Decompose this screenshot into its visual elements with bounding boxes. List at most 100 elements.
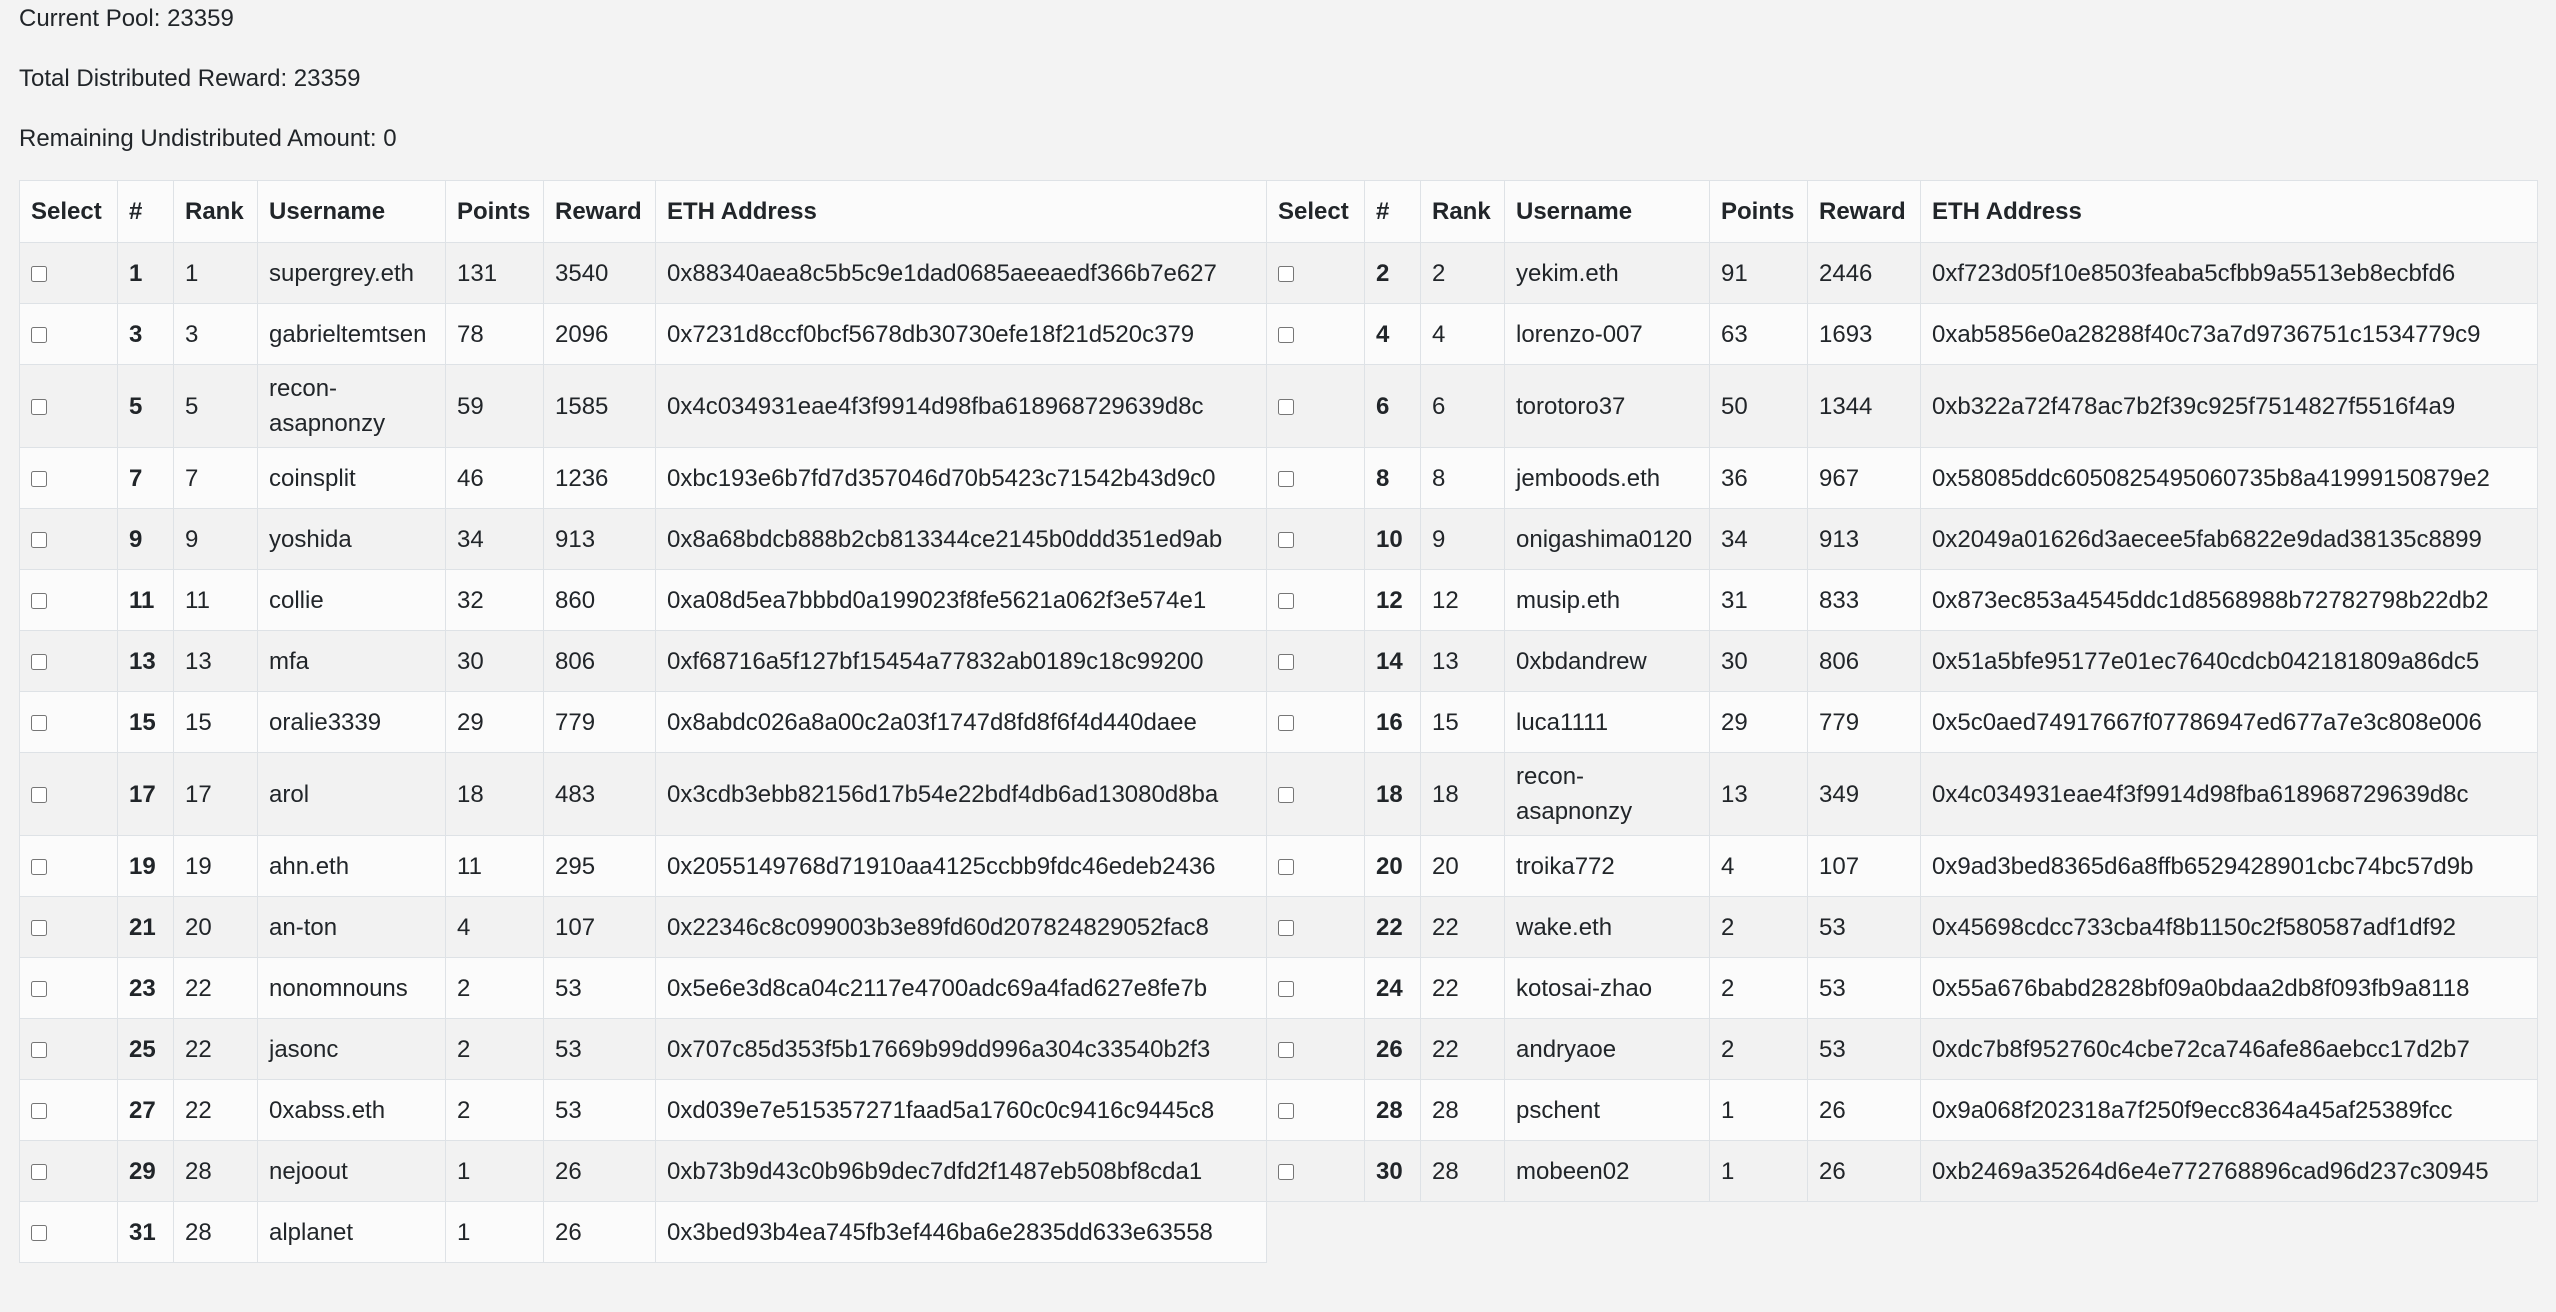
row-number: 6 (1364, 364, 1421, 448)
row-eth-address: 0xd039e7e515357271faad5a1760c0c9416c9445… (655, 1079, 1267, 1141)
row-eth-address: 0x3bed93b4ea745fb3ef446ba6e2835dd633e635… (655, 1201, 1267, 1263)
row-rank: 9 (173, 508, 258, 570)
row-select-checkbox[interactable] (31, 1164, 47, 1181)
row-select-checkbox[interactable] (1278, 1164, 1294, 1181)
row-number: 16 (1364, 691, 1421, 753)
table-row: 27 22 0xabss.eth 2 53 0xd039e7e515357271faad5… (19, 1079, 2538, 1141)
row-select-checkbox[interactable] (31, 1103, 47, 1120)
row-select-cell (1266, 835, 1365, 897)
row-rank: 22 (173, 1018, 258, 1080)
row-eth-address: 0x7231d8ccf0bcf5678db30730efe18f21d520c3… (655, 303, 1267, 365)
row-select-checkbox[interactable] (31, 787, 47, 804)
row-eth-address: 0x707c85d353f5b17669b99dd996a304c33540b2… (655, 1018, 1267, 1080)
row-eth-address: 0xb2469a35264d6e4e772768896cad96d237c309… (1920, 1140, 2538, 1202)
row-number: 7 (117, 447, 174, 509)
row-select-checkbox[interactable] (31, 266, 47, 283)
row-select-checkbox[interactable] (1278, 859, 1294, 876)
row-select-checkbox[interactable] (1278, 715, 1294, 732)
row-reward: 483 (543, 752, 656, 836)
row-points: 2 (445, 957, 544, 1019)
row-select-checkbox[interactable] (1278, 266, 1294, 283)
row-select-checkbox[interactable] (1278, 920, 1294, 937)
row-select-checkbox[interactable] (1278, 532, 1294, 549)
row-points: 31 (1709, 569, 1808, 631)
row-number: 12 (1364, 569, 1421, 631)
row-select-cell (1266, 896, 1365, 958)
row-reward: 1693 (1807, 303, 1921, 365)
row-points: 34 (445, 508, 544, 570)
row-username: 0xabss.eth (257, 1079, 446, 1141)
table-row: 5 5 recon-asapnonzy 59 1585 0x4c034931eae4f3f… (19, 364, 2538, 448)
row-username: recon-asapnonzy (257, 364, 446, 448)
row-select-checkbox[interactable] (1278, 593, 1294, 610)
row-points: 36 (1709, 447, 1808, 509)
row-eth-address: 0x8abdc026a8a00c2a03f1747d8fd8f6f4d440da… (655, 691, 1267, 753)
row-select-checkbox[interactable] (1278, 981, 1294, 998)
row-reward: 26 (543, 1140, 656, 1202)
row-select-checkbox[interactable] (31, 399, 47, 416)
row-select-checkbox[interactable] (31, 327, 47, 344)
row-points: 4 (1709, 835, 1808, 897)
row-select-checkbox[interactable] (31, 532, 47, 549)
row-username: supergrey.eth (257, 242, 446, 304)
row-select-cell (19, 447, 118, 509)
row-select-checkbox[interactable] (1278, 787, 1294, 804)
row-select-cell (19, 364, 118, 448)
row-select-checkbox[interactable] (1278, 654, 1294, 671)
row-reward: 913 (543, 508, 656, 570)
row-eth-address: 0x55a676babd2828bf09a0bdaa2db8f093fb9a81… (1920, 957, 2538, 1019)
row-rank: 15 (1420, 691, 1505, 753)
row-reward: 53 (543, 957, 656, 1019)
row-username: yoshida (257, 508, 446, 570)
row-select-checkbox[interactable] (31, 715, 47, 732)
row-select-checkbox[interactable] (31, 859, 47, 876)
row-select-checkbox[interactable] (1278, 1103, 1294, 1120)
row-points: 30 (445, 630, 544, 692)
row-eth-address: 0xdc7b8f952760c4cbe72ca746afe86aebcc17d2… (1920, 1018, 2538, 1080)
row-points: 63 (1709, 303, 1808, 365)
row-rank: 9 (1420, 508, 1505, 570)
row-username: collie (257, 569, 446, 631)
row-select-cell (1266, 364, 1365, 448)
row-eth-address: 0x2049a01626d3aecee5fab6822e9dad38135c88… (1920, 508, 2538, 570)
row-select-cell (1266, 752, 1365, 836)
table-row: 17 17 arol 18 483 0x3cdb3ebb82156d17b54e22bdf… (19, 752, 2538, 836)
row-select-checkbox[interactable] (31, 920, 47, 937)
row-select-cell (1266, 569, 1365, 631)
row-select-checkbox[interactable] (31, 1042, 47, 1059)
row-select-cell (19, 1140, 118, 1202)
row-number: 9 (117, 508, 174, 570)
row-number: 31 (117, 1201, 174, 1263)
row-eth-address: 0x45698cdcc733cba4f8b1150c2f580587adf1df… (1920, 896, 2538, 958)
row-select-checkbox[interactable] (31, 593, 47, 610)
row-rank: 6 (1420, 364, 1505, 448)
row-rank: 22 (173, 957, 258, 1019)
row-rank: 17 (173, 752, 258, 836)
header-eth-address: ETH Address (1920, 180, 2538, 243)
row-points: 11 (445, 835, 544, 897)
row-eth-address: 0xf68716a5f127bf15454a77832ab0189c18c992… (655, 630, 1267, 692)
row-select-checkbox[interactable] (31, 1225, 47, 1242)
row-rank: 12 (1420, 569, 1505, 631)
row-reward: 26 (543, 1201, 656, 1263)
row-username: gabrieltemtsen (257, 303, 446, 365)
row-select-checkbox[interactable] (31, 981, 47, 998)
row-rank: 7 (173, 447, 258, 509)
total-distributed-text: Total Distributed Reward: 23359 (19, 65, 361, 92)
row-rank: 5 (173, 364, 258, 448)
row-select-checkbox[interactable] (1278, 399, 1294, 416)
header-rank: Rank (173, 180, 258, 243)
row-reward: 107 (1807, 835, 1921, 897)
row-select-checkbox[interactable] (1278, 327, 1294, 344)
row-eth-address: 0xf723d05f10e8503feaba5cfbb9a5513eb8ecbf… (1920, 242, 2538, 304)
row-select-checkbox[interactable] (1278, 471, 1294, 488)
row-number: 20 (1364, 835, 1421, 897)
row-select-checkbox[interactable] (1278, 1042, 1294, 1059)
row-select-checkbox[interactable] (31, 654, 47, 671)
row-select-checkbox[interactable] (31, 471, 47, 488)
row-number: 30 (1364, 1140, 1421, 1202)
row-reward: 833 (1807, 569, 1921, 631)
row-rank: 22 (173, 1079, 258, 1141)
row-select-cell (19, 1201, 118, 1263)
row-number: 28 (1364, 1079, 1421, 1141)
